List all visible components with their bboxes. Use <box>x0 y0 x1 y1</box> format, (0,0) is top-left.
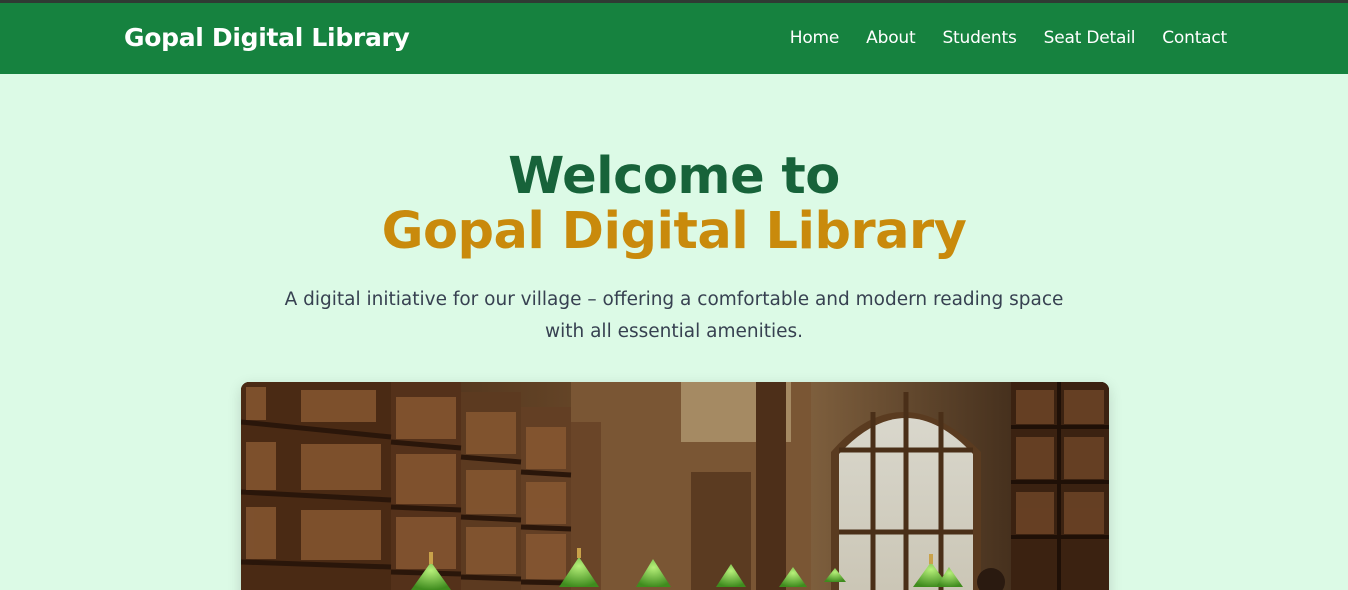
library-interior-image <box>241 382 1109 590</box>
navbar: Gopal Digital Library Home About Student… <box>0 3 1348 74</box>
hero-title-library-name: Gopal Digital Library <box>381 202 967 261</box>
hero-title-welcome: Welcome to <box>508 147 840 206</box>
nav-link-contact[interactable]: Contact <box>1162 28 1227 48</box>
hero-subtitle-line1: A digital initiative for our village – o… <box>284 289 1064 310</box>
nav-link-students[interactable]: Students <box>942 28 1016 48</box>
nav-link-seat-detail[interactable]: Seat Detail <box>1044 28 1136 48</box>
hero-subtitle-line2: with all essential amenities. <box>544 321 804 342</box>
brand-logo-text[interactable]: Gopal Digital Library <box>124 23 410 52</box>
hero-subtitle: A digital initiative for our village – o… <box>274 284 1074 348</box>
nav-link-about[interactable]: About <box>866 28 915 48</box>
nav-links: Home About Students Seat Detail Contact <box>790 28 1227 48</box>
nav-link-home[interactable]: Home <box>790 28 840 48</box>
